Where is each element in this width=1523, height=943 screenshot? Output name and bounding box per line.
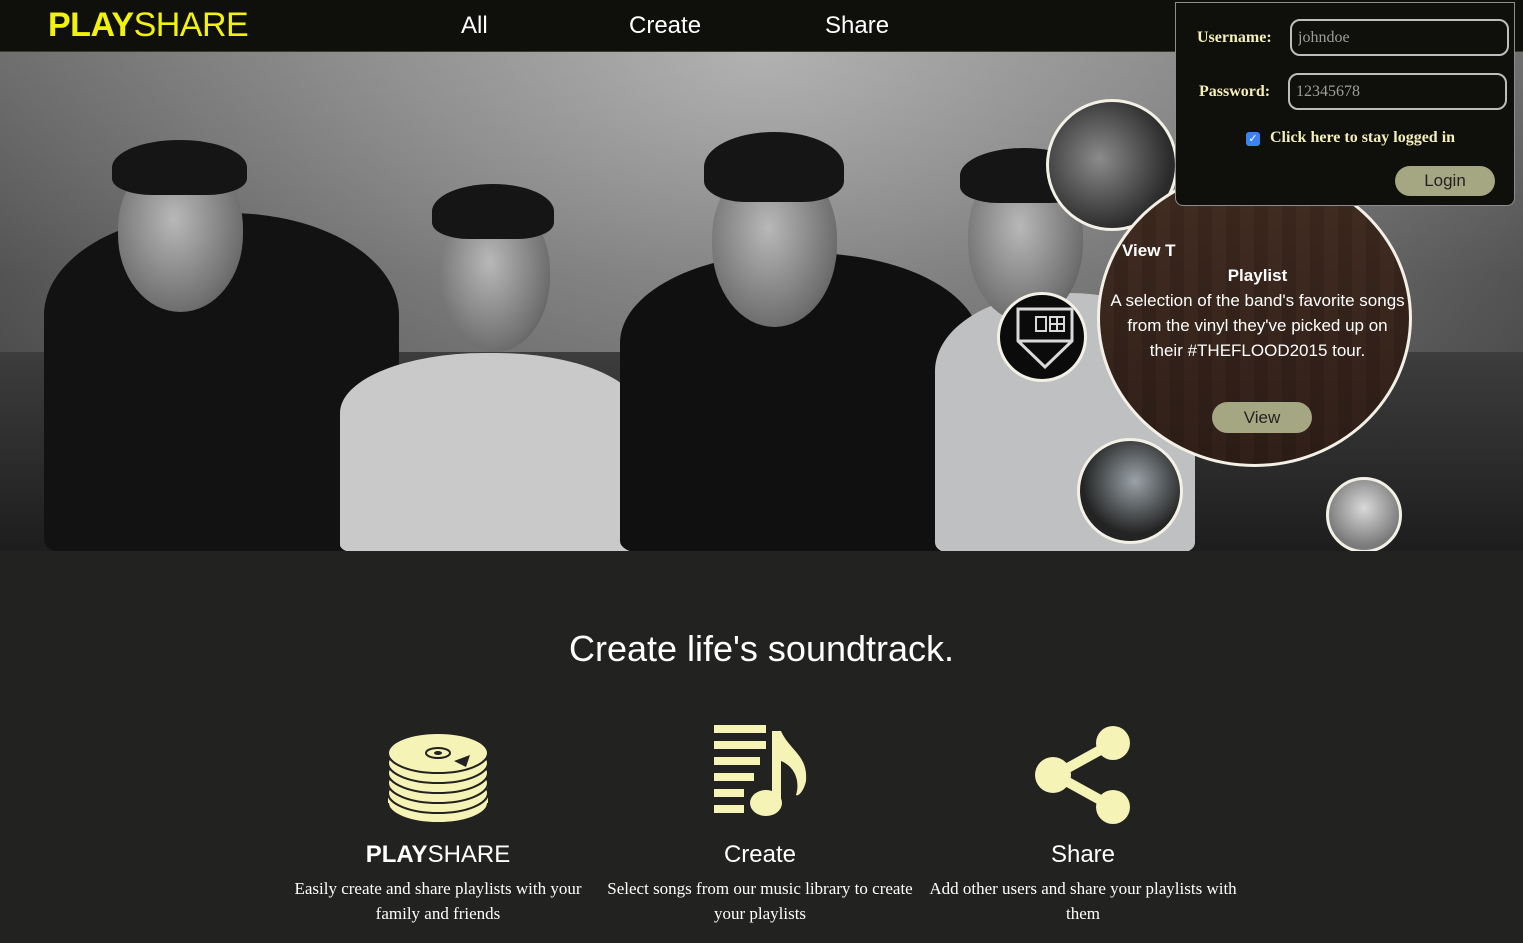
disc-stack-icon (387, 732, 489, 824)
featured-playlist-bubble[interactable]: View T Playlist A selection of the band'… (1097, 169, 1412, 467)
username-label: Username: (1197, 29, 1272, 46)
feature-playshare-title: PLAYSHARE (365, 841, 511, 868)
nav-all[interactable]: All (461, 12, 488, 40)
featured-title: Playlist (1227, 266, 1288, 285)
tagline: Create life's soundtrack. (568, 628, 955, 669)
playlist-bubble[interactable] (1326, 477, 1402, 551)
login-button[interactable]: Login (1395, 166, 1495, 196)
brand-logo[interactable]: PLAYSHARE (48, 6, 249, 45)
feature-share-title: Share (1050, 841, 1116, 868)
view-button[interactable]: View (1212, 402, 1312, 433)
password-input[interactable] (1288, 73, 1507, 110)
feature-playshare: PLAYSHARE Easily create and share playli… (278, 715, 598, 926)
password-label: Password: (1199, 83, 1271, 100)
share-icon (1035, 726, 1130, 824)
featured-description: A selection of the band's favorite songs… (1110, 291, 1405, 360)
feature-create-title: Create (723, 841, 797, 868)
nav-create[interactable]: Create (629, 12, 701, 40)
username-input[interactable] (1290, 19, 1509, 56)
band-logo-bubble[interactable] (997, 292, 1087, 382)
login-panel: Username: Password: ✓ Click here to stay… (1175, 2, 1515, 206)
playlist-icon (714, 725, 807, 816)
feature-share: Share Add other users and share your pla… (923, 715, 1243, 926)
feature-playshare-description: Easily create and share playlists with y… (294, 879, 582, 923)
stay-logged-in-label[interactable]: Click here to stay logged in (1270, 129, 1455, 147)
featured-title-partial: View T (1122, 241, 1176, 260)
nav-share[interactable]: Share (825, 12, 889, 40)
playlist-bubble[interactable] (1077, 438, 1183, 544)
house-logo-icon (1016, 307, 1074, 369)
feature-create-description: Select songs from our music library to c… (607, 879, 913, 923)
feature-share-description: Add other users and share your playlists… (929, 879, 1237, 923)
brand-regular: SHARE (133, 6, 249, 44)
brand-bold: PLAY (48, 6, 134, 44)
feature-create: Create Select songs from our music libra… (600, 715, 920, 926)
stay-logged-in-checkbox[interactable]: ✓ (1246, 132, 1260, 146)
